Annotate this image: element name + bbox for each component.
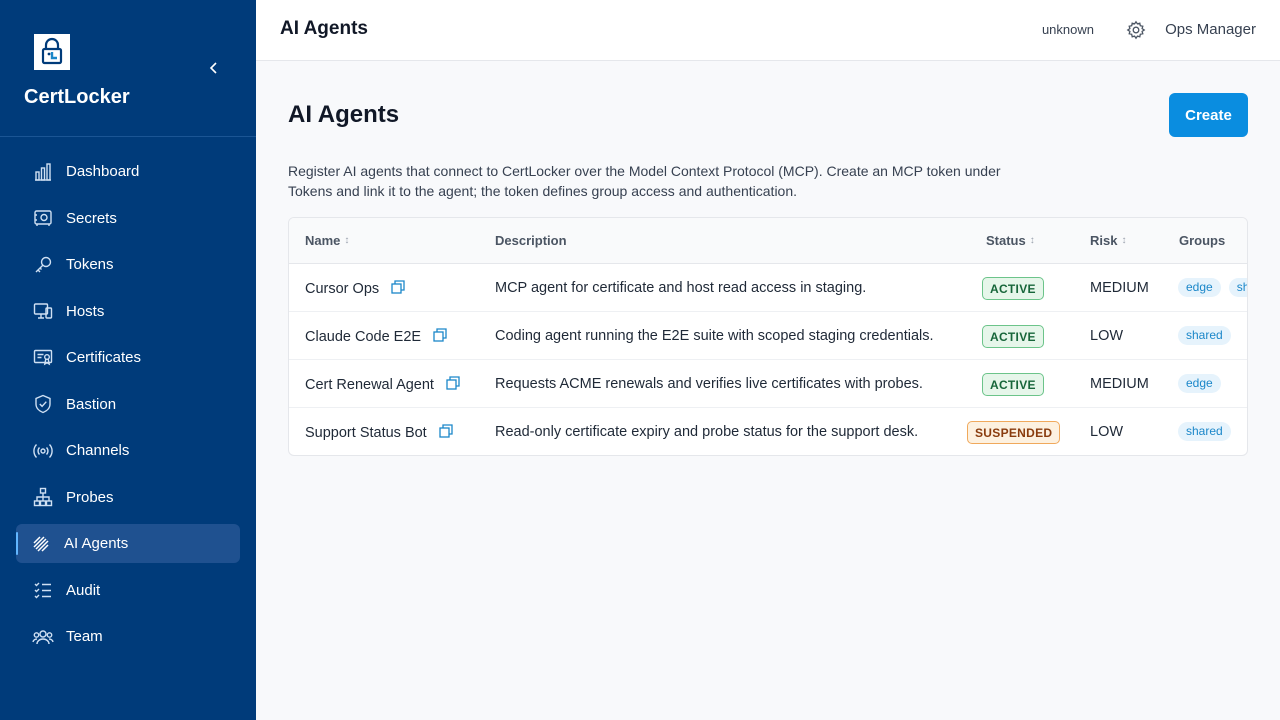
agents-table: Name ↕ Description Status ↕ Risk ↕ Group… bbox=[288, 217, 1248, 456]
network-icon bbox=[32, 486, 54, 508]
copy-icon[interactable] bbox=[433, 328, 447, 342]
collapse-sidebar-chevron-icon[interactable] bbox=[202, 56, 226, 80]
sidebar-item-bastion[interactable]: Bastion bbox=[16, 385, 240, 424]
sidebar: CertLocker Dashboard Secrets Tokens Host… bbox=[0, 0, 256, 720]
column-label: Name bbox=[305, 233, 341, 248]
broadcast-icon bbox=[32, 440, 54, 462]
sidebar-item-label: Channels bbox=[66, 442, 130, 459]
sort-icon[interactable]: ↕ bbox=[1030, 235, 1035, 246]
column-header-groups: Groups bbox=[1179, 233, 1225, 248]
sidebar-item-label: Tokens bbox=[66, 256, 114, 273]
sidebar-item-tokens[interactable]: Tokens bbox=[16, 245, 240, 284]
agent-name[interactable]: Support Status Bot bbox=[305, 425, 427, 441]
column-label: Description bbox=[495, 233, 567, 248]
sidebar-item-label: Audit bbox=[66, 581, 101, 599]
sidebar-item-certificates[interactable]: Certificates bbox=[16, 338, 240, 377]
agent-description: Read-only certificate expiry and probe s… bbox=[495, 424, 919, 440]
brand-name: CertLocker bbox=[24, 86, 130, 108]
key-icon bbox=[32, 254, 54, 276]
sidebar-item-label: Secrets bbox=[66, 209, 117, 227]
groups-cell: edge bbox=[1178, 374, 1229, 393]
group-chip[interactable]: shared bbox=[1178, 326, 1231, 345]
sidebar-item-label: Probes bbox=[66, 488, 114, 506]
sort-icon[interactable]: ↕ bbox=[1121, 235, 1126, 246]
top-bar: AI Agents unknown Ops Manager bbox=[256, 0, 1280, 61]
groups-cell: edgesh bbox=[1178, 278, 1247, 297]
agent-description: Requests ACME renewals and verifies live… bbox=[495, 376, 923, 392]
column-header-name[interactable]: Name ↕ bbox=[305, 233, 349, 248]
create-button[interactable]: Create bbox=[1169, 93, 1248, 137]
group-chip[interactable]: sh bbox=[1228, 278, 1247, 297]
column-header-description: Description bbox=[495, 233, 567, 248]
sidebar-item-dashboard[interactable]: Dashboard bbox=[16, 152, 240, 191]
sidebar-nav: Dashboard Secrets Tokens Hosts Certifica… bbox=[16, 152, 240, 664]
table-row[interactable]: Support Status Bot Read-only certificate… bbox=[289, 408, 1247, 455]
certificate-icon bbox=[32, 347, 54, 369]
agent-name[interactable]: Claude Code E2E bbox=[305, 329, 421, 345]
top-bar-title: AI Agents bbox=[280, 18, 368, 39]
risk-level: MEDIUM bbox=[1090, 280, 1149, 296]
status-badge: ACTIVE bbox=[982, 373, 1044, 396]
sort-icon[interactable]: ↕ bbox=[344, 235, 349, 246]
groups-cell: shared bbox=[1178, 422, 1239, 441]
sidebar-item-label: Hosts bbox=[66, 302, 105, 320]
agent-name-cell: Cert Renewal Agent bbox=[305, 376, 460, 393]
column-header-risk[interactable]: Risk ↕ bbox=[1090, 233, 1126, 248]
column-label: Status bbox=[986, 233, 1026, 248]
column-header-status[interactable]: Status ↕ bbox=[986, 233, 1035, 248]
table-row[interactable]: Cursor Ops MCP agent for certificate and… bbox=[289, 264, 1247, 312]
sidebar-item-probes[interactable]: Probes bbox=[16, 478, 240, 517]
sidebar-brand: CertLocker bbox=[0, 0, 256, 137]
sidebar-item-label: Bastion bbox=[66, 395, 117, 413]
table-header: Name ↕ Description Status ↕ Risk ↕ Group… bbox=[289, 218, 1247, 264]
ai-agent-icon bbox=[30, 533, 52, 555]
copy-icon[interactable] bbox=[391, 280, 405, 294]
page-description: Register AI agents that connect to CertL… bbox=[288, 163, 1001, 199]
team-icon bbox=[32, 626, 54, 648]
role-menu[interactable]: Ops Manager bbox=[1165, 21, 1256, 38]
sidebar-item-secrets[interactable]: Secrets bbox=[16, 199, 240, 238]
sidebar-item-audit[interactable]: Audit bbox=[16, 571, 240, 610]
copy-icon[interactable] bbox=[439, 424, 453, 438]
sidebar-item-team[interactable]: Team bbox=[16, 617, 240, 656]
group-chip[interactable]: edge bbox=[1178, 374, 1221, 393]
sidebar-item-label: Dashboard bbox=[66, 163, 140, 180]
bar-chart-icon bbox=[32, 161, 54, 183]
table-row[interactable]: Cert Renewal Agent Requests ACME renewal… bbox=[289, 360, 1247, 408]
table-row[interactable]: Claude Code E2E Coding agent running the… bbox=[289, 312, 1247, 360]
user-name: unknown bbox=[1041, 22, 1094, 37]
agent-name-cell: Support Status Bot bbox=[305, 424, 453, 441]
agent-name-cell: Cursor Ops bbox=[305, 280, 405, 297]
risk-level: LOW bbox=[1090, 328, 1124, 344]
checklist-icon bbox=[32, 579, 54, 601]
sidebar-item-hosts[interactable]: Hosts bbox=[16, 292, 240, 331]
agent-description: Coding agent running the E2E suite with … bbox=[495, 328, 934, 344]
risk-level: MEDIUM bbox=[1090, 376, 1149, 392]
copy-icon[interactable] bbox=[446, 376, 460, 390]
group-chip[interactable]: edge bbox=[1178, 278, 1221, 297]
certlocker-logo-icon[interactable] bbox=[34, 34, 70, 70]
groups-cell: shared bbox=[1178, 326, 1239, 345]
agent-description: MCP agent for certificate and host read … bbox=[495, 280, 867, 296]
page-title: AI Agents bbox=[288, 101, 400, 128]
sidebar-item-label: AI Agents bbox=[64, 535, 129, 552]
sidebar-item-label: Certificates bbox=[66, 349, 142, 366]
devices-icon bbox=[32, 300, 54, 322]
sidebar-item-label: Team bbox=[66, 628, 103, 645]
shield-icon bbox=[32, 393, 54, 415]
status-badge: ACTIVE bbox=[982, 325, 1044, 348]
settings-gear-icon[interactable] bbox=[1126, 20, 1146, 40]
vault-icon bbox=[32, 207, 54, 229]
agent-name-cell: Claude Code E2E bbox=[305, 328, 447, 345]
column-label: Groups bbox=[1179, 233, 1226, 248]
status-badge: SUSPENDED bbox=[967, 421, 1061, 444]
sidebar-item-channels[interactable]: Channels bbox=[16, 431, 240, 470]
sidebar-item-ai-agents[interactable]: AI Agents bbox=[16, 524, 240, 563]
agent-name[interactable]: Cert Renewal Agent bbox=[305, 377, 434, 393]
risk-level: LOW bbox=[1090, 424, 1124, 440]
status-badge: ACTIVE bbox=[982, 277, 1044, 300]
agent-name[interactable]: Cursor Ops bbox=[305, 281, 379, 297]
group-chip[interactable]: shared bbox=[1178, 422, 1231, 441]
column-label: Risk bbox=[1090, 233, 1118, 248]
